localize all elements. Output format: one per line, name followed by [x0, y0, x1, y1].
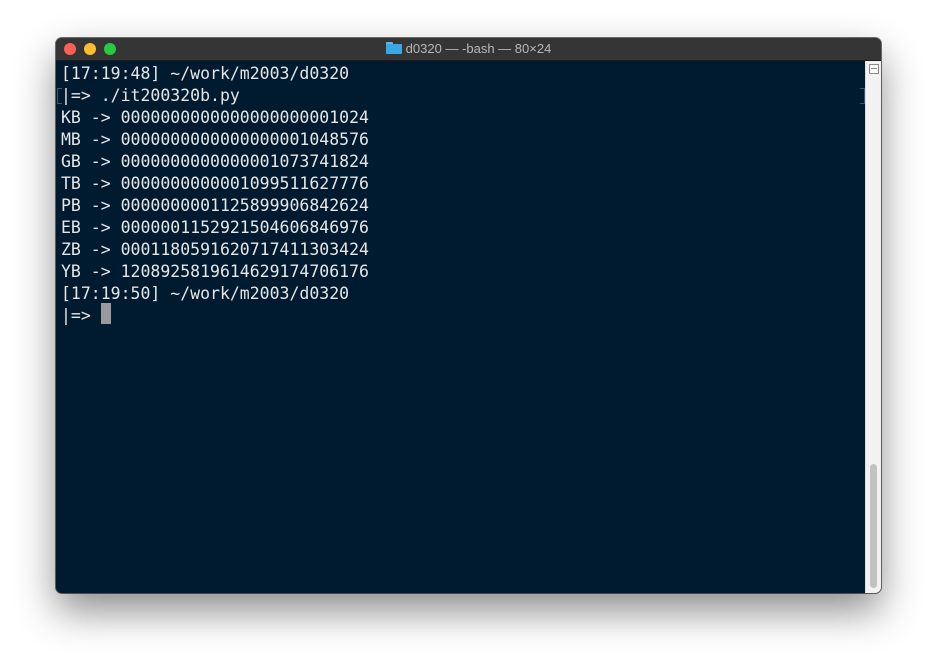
terminal-line-zb: ZB -> 0001180591620717411303424 — [61, 240, 369, 259]
window-title-text: d0320 — -bash — 80×24 — [405, 41, 552, 56]
folder-icon — [385, 42, 402, 54]
scroll-thumb[interactable] — [870, 464, 877, 588]
terminal-line-yb: YB -> 1208925819614629174706176 — [61, 262, 369, 281]
text-cursor — [101, 303, 111, 324]
terminal-line-command: |=> ./it200320b.py — [61, 86, 240, 105]
terminal-window: d0320 — -bash — 80×24 [17:19:48] ~/work/… — [56, 38, 881, 593]
title-bar[interactable]: d0320 — -bash — 80×24 — [56, 38, 881, 61]
terminal-line-prompt-1: [17:19:48] ~/work/m2003/d0320 — [61, 64, 350, 83]
terminal-line-input: |=> — [61, 306, 101, 325]
terminal-line-eb: EB -> 0000001152921504606846976 — [61, 218, 369, 237]
terminal-line-tb: TB -> 0000000000001099511627776 — [61, 174, 369, 193]
split-pane-icon[interactable] — [869, 64, 879, 74]
terminal-line-prompt-2: [17:19:50] ~/work/m2003/d0320 — [61, 284, 350, 303]
terminal-output[interactable]: [17:19:48] ~/work/m2003/d0320 |=> ./it20… — [56, 61, 865, 593]
terminal-line-mb: MB -> 0000000000000000001048576 — [61, 130, 369, 149]
terminal-line-pb: PB -> 0000000001125899906842624 — [61, 196, 369, 215]
vertical-scrollbar[interactable] — [865, 61, 881, 593]
terminal-line-kb: KB -> 0000000000000000000001024 — [61, 108, 369, 127]
window-title: d0320 — -bash — 80×24 — [56, 38, 881, 60]
terminal-line-gb: GB -> 0000000000000001073741824 — [61, 152, 369, 171]
